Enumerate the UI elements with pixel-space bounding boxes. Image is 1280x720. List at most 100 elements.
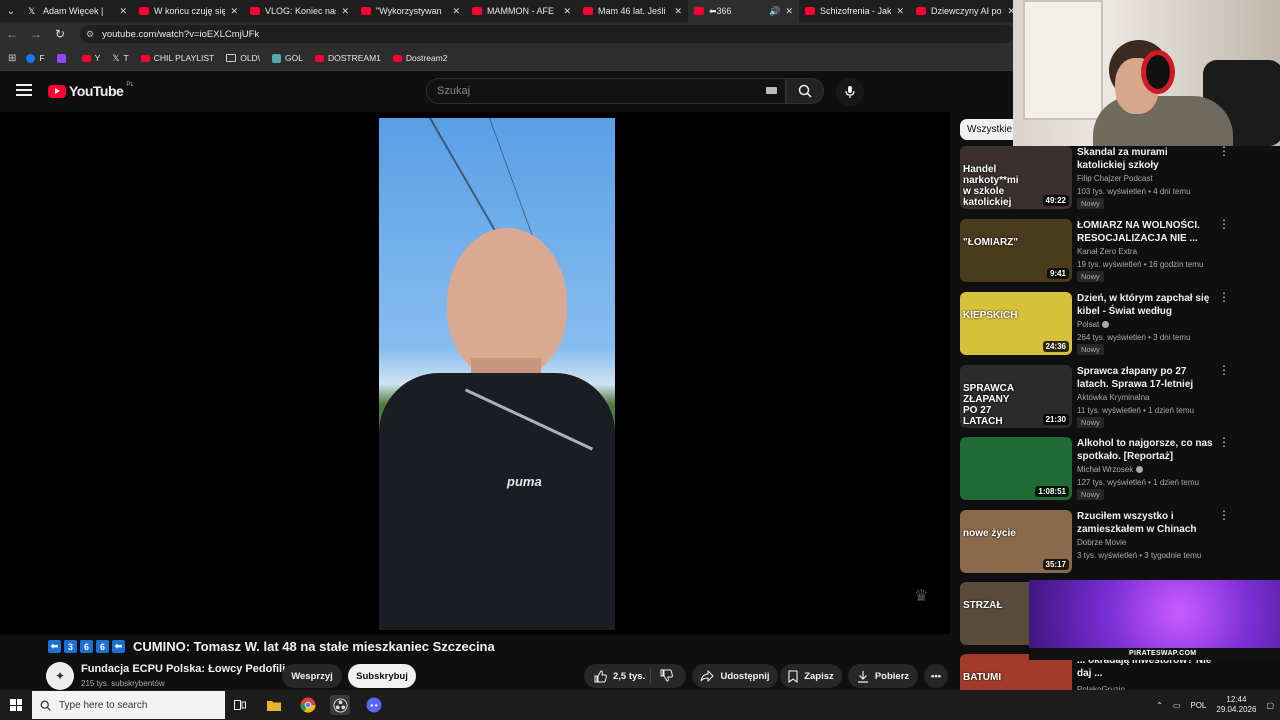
voice-search-button[interactable]	[836, 78, 864, 106]
browser-tab[interactable]: Schizofrenia - Jak ✕	[799, 0, 910, 22]
reload-icon[interactable]: ↻	[48, 22, 72, 46]
browser-tab[interactable]: MAMMON - AFE ✕	[466, 0, 577, 22]
video-player[interactable]: puma ♛	[0, 112, 950, 634]
recommendation-channel[interactable]: Kanał Zero Extra	[1077, 247, 1137, 256]
thumbs-down-icon[interactable]	[660, 669, 673, 682]
task-view-icon[interactable]	[230, 695, 250, 715]
search-input[interactable]: Szukaj	[426, 78, 786, 104]
obs-icon[interactable]	[330, 695, 350, 715]
video-thumbnail[interactable]: "ŁOMIARZ" 9:41	[960, 219, 1072, 282]
video-thumbnail[interactable]: KIEPSKICH 24:36	[960, 292, 1072, 355]
notification-icon[interactable]: ▢	[1266, 701, 1274, 710]
network-icon[interactable]: ▭	[1173, 701, 1181, 710]
bookmark-item[interactable]: Y	[81, 53, 100, 64]
channel-watermark-icon[interactable]: ♛	[914, 586, 938, 608]
filter-chip-all[interactable]: Wszystkie	[960, 119, 1019, 140]
recommendation-item[interactable]: SPRAWCA ZŁAPANY PO 27 LATACH 21:30 Sprawca…	[960, 364, 1270, 431]
recommendation-title[interactable]: Sprawca złapany po 27 latach. Sprawa 17-…	[1077, 365, 1217, 391]
recommendation-channel[interactable]: Aktówka Kryminalna	[1077, 393, 1149, 402]
channel-avatar[interactable]: ✦	[46, 662, 74, 690]
tab-close-icon[interactable]: ✕	[119, 6, 127, 17]
recommendation-title[interactable]: Alkohol to najgorsze, co nas spotkało. […	[1077, 437, 1217, 463]
url-bar[interactable]: ⚙ youtube.com/watch?v=ioEXLCmjUFk	[80, 25, 1014, 43]
recommendation-title[interactable]: Dzień, w którym zapchał się kibel - Świa…	[1077, 292, 1217, 318]
keyboard-icon[interactable]	[766, 87, 777, 94]
bookmark-item[interactable]: F	[26, 53, 45, 64]
taskbar-search-input[interactable]: Type here to search	[32, 691, 225, 719]
apps-grid-icon[interactable]: ⊞	[8, 53, 16, 64]
youtube-icon	[472, 7, 482, 15]
youtube-logo[interactable]: YouTube PL	[48, 82, 134, 99]
chrome-icon[interactable]	[298, 695, 318, 715]
save-button[interactable]: Zapisz	[780, 664, 842, 688]
tab-search-chevron-icon[interactable]: ⌄	[0, 0, 22, 22]
more-actions-button[interactable]: •••	[924, 664, 948, 688]
recommendation-title[interactable]: Rzuciłem wszystko i zamieszkałem w China…	[1077, 510, 1217, 536]
video-thumbnail[interactable]: Handel narkoty**mi w szkole katolickiej 4…	[960, 146, 1072, 209]
hamburger-menu-icon[interactable]	[16, 84, 32, 98]
download-button[interactable]: Pobierz	[848, 664, 918, 688]
like-button[interactable]: 2,5 tys.	[584, 664, 686, 688]
more-options-icon[interactable]: ⋮	[1218, 509, 1230, 521]
channel-name[interactable]: Fundacja ECPU Polska: Łowcy Pedofili	[81, 663, 285, 675]
bookmark-item[interactable]: CHIL PLAYLIST	[140, 53, 214, 64]
recommendation-channel[interactable]: Dobrze Movie	[1077, 538, 1126, 547]
url-text[interactable]: youtube.com/watch?v=ioEXLCmjUFk	[102, 29, 259, 40]
bookmark-item[interactable]: GOL	[272, 53, 303, 64]
bookmark-item[interactable]: DOSTREAM1	[315, 53, 381, 64]
language-indicator[interactable]: POL	[1190, 701, 1206, 710]
share-button[interactable]: Udostępnij	[692, 664, 778, 688]
support-button[interactable]: Wesprzyj	[282, 664, 342, 688]
forward-arrow-icon[interactable]: →	[24, 22, 48, 46]
tab-close-icon[interactable]: ✕	[563, 6, 571, 17]
tab-close-icon[interactable]: ✕	[341, 6, 349, 17]
more-options-icon[interactable]: ⋮	[1218, 364, 1230, 376]
more-options-icon[interactable]: ⋮	[1218, 291, 1230, 303]
tab-close-icon[interactable]: ✕	[785, 6, 793, 17]
subscribe-button[interactable]: Subskrybuj	[348, 664, 416, 688]
tab-audio-icon[interactable]: 🔊	[769, 6, 780, 17]
more-options-icon[interactable]: ⋮	[1218, 436, 1230, 448]
video-thumbnail[interactable]: nowe życie 35:17	[960, 510, 1072, 573]
search-button[interactable]	[786, 78, 824, 104]
browser-tab[interactable]: "Wykorzystywan ✕	[355, 0, 466, 22]
browser-tab[interactable]: Mam 46 lat. Jeśli ✕	[577, 0, 688, 22]
more-options-icon[interactable]: ⋮	[1218, 218, 1230, 230]
discord-icon[interactable]	[364, 695, 384, 715]
recommendation-item[interactable]: Handel narkoty**mi w szkole katolickiej 4…	[960, 145, 1270, 212]
youtube-icon	[392, 54, 402, 62]
tab-close-icon[interactable]: ✕	[452, 6, 460, 17]
back-arrow-icon[interactable]: ←	[0, 22, 24, 46]
recommendation-meta: 3 tys. wyświetleń • 3 tygodnie temu	[1077, 551, 1202, 560]
recommendation-item[interactable]: KIEPSKICH 24:36 Dzień, w którym zapchał si…	[960, 291, 1270, 358]
recommendation-item[interactable]: 1:08:51 Alkohol to najgorsze, co nas spot…	[960, 436, 1270, 503]
video-thumbnail[interactable]: 1:08:51	[960, 437, 1072, 500]
recommendation-title[interactable]: Skandal za murami katolickiej szkoły	[1077, 146, 1217, 172]
recommendation-item[interactable]: nowe życie 35:17 Rzuciłem wszystko i zamie…	[960, 509, 1270, 576]
video-frame[interactable]: puma	[379, 118, 615, 630]
start-button[interactable]	[0, 690, 32, 720]
recommendation-title[interactable]: ŁOMIARZ NA WOLNOŚCI. RESOCJALIZACJA NIE …	[1077, 219, 1217, 245]
recommendation-channel[interactable]: Polsat	[1077, 320, 1110, 329]
file-explorer-icon[interactable]	[264, 695, 284, 715]
tab-close-icon[interactable]: ✕	[896, 6, 904, 17]
recommendation-channel[interactable]: Michał Wrzosek	[1077, 465, 1144, 474]
browser-tab[interactable]: Dziewczyny AI po ✕	[910, 0, 1021, 22]
video-thumbnail[interactable]: SPRAWCA ZŁAPANY PO 27 LATACH 21:30	[960, 365, 1072, 428]
site-info-icon[interactable]: ⚙	[86, 29, 94, 40]
bookmark-item[interactable]	[56, 53, 70, 64]
recommendation-channel[interactable]: Filip Chajzer Podcast	[1077, 174, 1153, 183]
browser-tab[interactable]: 𝕏 Adam Więcek | ✕	[22, 0, 133, 22]
tab-close-icon[interactable]: ✕	[230, 6, 238, 17]
recommendation-item[interactable]: "ŁOMIARZ" 9:41 ŁOMIARZ NA WOLNOŚCI. RESOCJ…	[960, 218, 1270, 285]
clock[interactable]: 12:44 29.04.2026	[1216, 695, 1256, 715]
more-options-icon[interactable]: ⋮	[1218, 145, 1230, 157]
bookmark-item[interactable]: OLD\	[226, 53, 260, 64]
tab-close-icon[interactable]: ✕	[674, 6, 682, 17]
bookmark-item[interactable]: 𝕏T	[112, 53, 128, 64]
browser-tab[interactable]: VLOG: Koniec nas ✕	[244, 0, 355, 22]
browser-tab[interactable]: ⬅3︎6︎6 🔊 ✕	[688, 0, 799, 22]
tray-chevron-icon[interactable]: ⌃	[1156, 701, 1163, 710]
bookmark-item[interactable]: Dostream2	[392, 53, 447, 64]
browser-tab[interactable]: W końcu czuję się ✕	[133, 0, 244, 22]
